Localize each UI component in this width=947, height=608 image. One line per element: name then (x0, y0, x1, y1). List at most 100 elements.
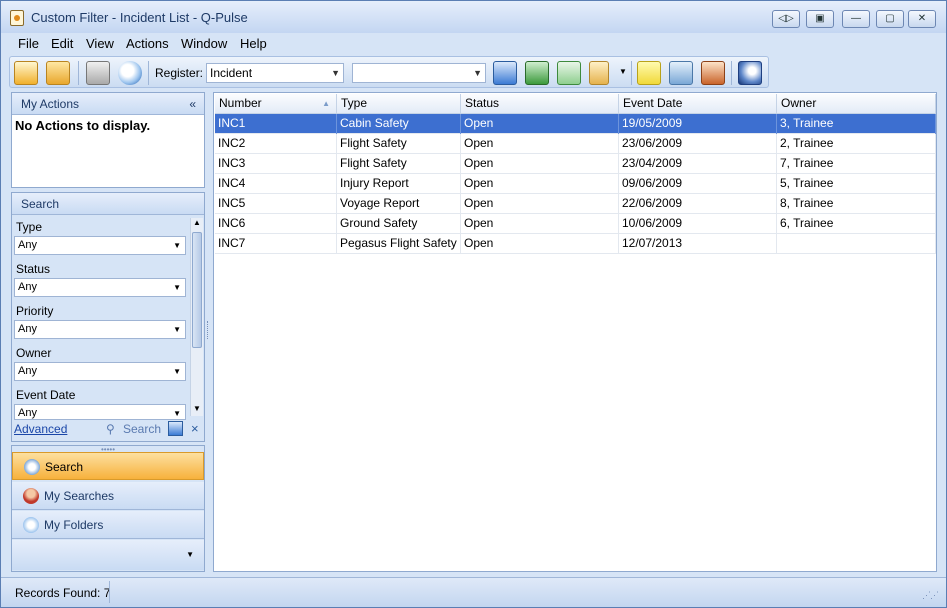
cell-owner: 5, Trainee (777, 174, 936, 194)
search-scrollbar[interactable]: ▲ ▼ (190, 218, 203, 416)
event-date-label: Event Date (16, 388, 76, 402)
collapse-icon[interactable]: « (189, 93, 196, 115)
cell-type: Ground Safety (337, 214, 461, 234)
cell-status: Open (461, 154, 619, 174)
menu-view[interactable]: View (86, 36, 114, 51)
cell-owner: 8, Trainee (777, 194, 936, 214)
nav-search-label: Search (45, 460, 84, 474)
group-by-icon[interactable] (525, 61, 549, 85)
window-list-icon[interactable]: ▣ (806, 10, 834, 28)
register-label: Register: (155, 66, 204, 80)
resize-grip-icon[interactable]: ⋰⋰ (922, 590, 939, 601)
table-row[interactable]: INC5 Voyage Report Open 22/06/2009 8, Traine… (215, 194, 936, 214)
chevron-down-icon[interactable]: ▼ (186, 550, 194, 559)
restore-layout-icon[interactable]: ◁▷ (772, 10, 800, 28)
nav-my-searches[interactable]: My Searches (12, 482, 204, 510)
chevron-down-icon: ▼ (173, 325, 181, 334)
toolbar-separator (731, 61, 732, 85)
nav-overflow[interactable]: ▼ (12, 540, 204, 570)
advanced-search-link[interactable]: Advanced (14, 422, 67, 436)
owner-label: Owner (16, 346, 52, 360)
column-header-owner[interactable]: Owner (777, 94, 936, 114)
cell-type: Cabin Safety (337, 114, 461, 134)
cell-type: Injury Report (337, 174, 461, 194)
cell-owner: 7, Trainee (777, 154, 936, 174)
cell-status: Open (461, 174, 619, 194)
close-button[interactable]: ✕ (908, 10, 936, 28)
table-row[interactable]: INC1 Cabin Safety Open 19/05/2009 3, Trainee (215, 114, 936, 134)
chevron-down-icon: ▼ (331, 68, 340, 78)
maximize-button[interactable]: ▢ (876, 10, 904, 28)
cell-number: INC2 (215, 134, 337, 154)
cell-event-date: 10/06/2009 (619, 214, 777, 234)
column-header-number[interactable]: Number ▲ (215, 94, 337, 114)
toolbar-separator (78, 61, 79, 85)
cell-status: Open (461, 194, 619, 214)
save-layout-icon[interactable] (493, 61, 517, 85)
open-folder-icon[interactable] (46, 61, 70, 85)
register-select[interactable]: Incident ▼ (206, 63, 344, 83)
column-header-type[interactable]: Type (337, 94, 461, 114)
records-found: Records Found: 7 (15, 586, 111, 600)
search-button-label: Search (123, 422, 162, 436)
menu-file[interactable]: File (18, 36, 39, 51)
nav-my-folders[interactable]: My Folders (12, 511, 204, 539)
event-date-value: Any (18, 407, 37, 419)
cell-number: INC1 (215, 114, 337, 134)
table-row[interactable]: INC2 Flight Safety Open 23/06/2009 2, Traine… (215, 134, 936, 154)
scroll-up-icon[interactable]: ▲ (193, 218, 201, 227)
search-icon: ⚲ (106, 422, 115, 436)
new-record-icon[interactable] (14, 61, 38, 85)
priority-value: Any (18, 323, 37, 335)
scroll-thumb[interactable] (192, 232, 202, 348)
table-row[interactable]: INC3 Flight Safety Open 23/04/2009 7, Traine… (215, 154, 936, 174)
toolbar-separator (148, 61, 149, 85)
search-panel-header: Search (12, 193, 204, 215)
menu-bar: File Edit View Actions Window Help (1, 33, 946, 55)
column-header-event-date[interactable]: Event Date (619, 94, 777, 114)
q-pulse-logo-icon[interactable] (738, 61, 762, 85)
table-row[interactable]: INC4 Injury Report Open 09/06/2009 5, Traine… (215, 174, 936, 194)
type-select[interactable]: Any ▼ (14, 236, 186, 255)
cell-event-date: 12/07/2013 (619, 234, 777, 254)
report-icon[interactable] (589, 61, 609, 85)
title-bar: Custom Filter - Incident List - Q-Pulse … (1, 1, 946, 33)
chevron-down-icon: ▼ (473, 68, 482, 78)
type-value: Any (18, 239, 37, 251)
menu-actions[interactable]: Actions (126, 36, 169, 51)
expand-collapse-icon[interactable] (557, 61, 581, 85)
menu-help[interactable]: Help (240, 36, 267, 51)
edit-pencil-icon[interactable] (701, 61, 725, 85)
filter-select[interactable]: ▼ (352, 63, 486, 83)
event-date-select[interactable]: Any ▼ (14, 404, 186, 420)
print-preview-icon[interactable] (118, 61, 142, 85)
owner-select[interactable]: Any ▼ (14, 362, 186, 381)
print-icon[interactable] (86, 61, 110, 85)
new-note-icon[interactable] (637, 61, 661, 85)
attachment-icon[interactable] (669, 61, 693, 85)
sort-ascending-icon: ▲ (322, 99, 330, 108)
nav-search[interactable]: Search (12, 452, 204, 480)
table-row[interactable]: INC7 Pegasus Flight Safety Open 12/07/2013 (215, 234, 936, 254)
my-actions-header: My Actions « (12, 93, 204, 115)
minimize-button[interactable]: — (842, 10, 870, 28)
report-dropdown-icon[interactable]: ▼ (619, 67, 627, 76)
save-search-icon[interactable] (168, 421, 183, 436)
cell-status: Open (461, 234, 619, 254)
clear-icon[interactable]: × (191, 421, 199, 436)
cell-type: Pegasus Flight Safety (337, 234, 461, 254)
vertical-splitter[interactable] (207, 321, 210, 339)
cell-event-date: 22/06/2009 (619, 194, 777, 214)
scroll-down-icon[interactable]: ▼ (193, 404, 201, 413)
status-separator (109, 581, 110, 603)
table-row[interactable]: INC6 Ground Safety Open 10/06/2009 6, Traine… (215, 214, 936, 234)
my-actions-empty-text: No Actions to display. (15, 118, 151, 133)
priority-select[interactable]: Any ▼ (14, 320, 186, 339)
menu-window[interactable]: Window (181, 36, 227, 51)
cell-type: Flight Safety (337, 134, 461, 154)
cell-owner: 3, Trainee (777, 114, 936, 134)
status-select[interactable]: Any ▼ (14, 278, 186, 297)
menu-edit[interactable]: Edit (51, 36, 73, 51)
column-header-status[interactable]: Status (461, 94, 619, 114)
toolbar-separator (631, 61, 632, 85)
